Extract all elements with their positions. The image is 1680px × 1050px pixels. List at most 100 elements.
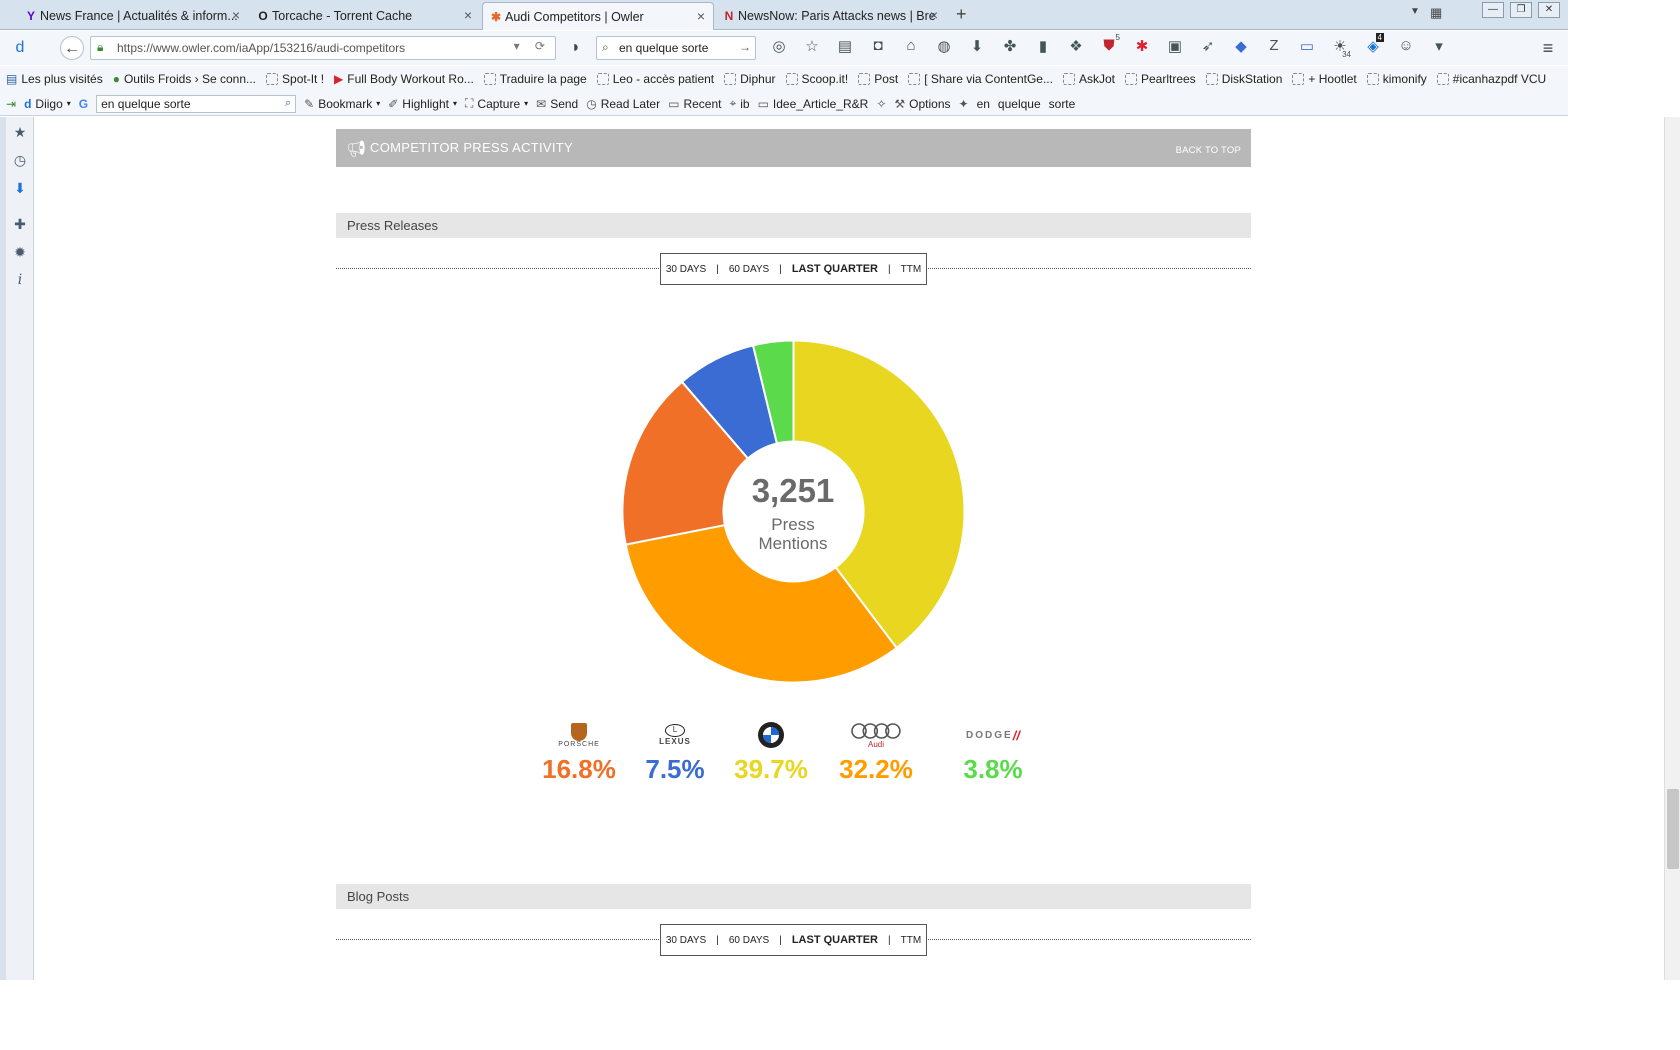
diigo-recent-button[interactable]: ▭ Recent (668, 97, 721, 111)
period-30-days[interactable]: 30 DAYS (666, 264, 706, 275)
bookmark-item[interactable]: Diphur (724, 72, 776, 86)
overflow-chevron-down-icon[interactable]: ▾ (1428, 37, 1450, 55)
diigo-highlight-button[interactable]: ✐ Highlight ▾ (388, 97, 457, 111)
chat-icon[interactable]: ◍ (933, 37, 955, 55)
legend-dodge[interactable]: DODGE // 3.8% (938, 720, 1048, 785)
diigo-sidebar-icon[interactable]: ⇥ (6, 97, 16, 111)
legend-bmw[interactable]: 39.7% (716, 720, 826, 785)
tab-owler-audi[interactable]: ✱ Audi Competitors | Owler × (482, 2, 714, 30)
reading-list-icon[interactable]: ▤ (834, 37, 856, 55)
tab-newsnow[interactable]: N NewsNow: Paris Attacks news | Bre... × (716, 2, 946, 30)
diigo-bookmark-button[interactable]: ✎ Bookmark ▾ (304, 97, 380, 111)
diigo-read-later-button[interactable]: ◷ Read Later (586, 97, 660, 111)
period-60-days[interactable]: 60 DAYS (729, 264, 769, 275)
clipboard-icon[interactable]: ▮ (1032, 37, 1054, 55)
period-ttm[interactable]: TTM (901, 264, 922, 275)
tab-list-chevron-down-icon[interactable]: ▼ (1410, 6, 1420, 17)
star-bookmark-icon[interactable]: ☆ (801, 37, 823, 55)
bookmark-item[interactable]: ▤ Les plus visités (6, 72, 103, 86)
bookmark-item[interactable]: DiskStation (1205, 72, 1282, 86)
extension-icon[interactable]: ❖ (1065, 37, 1087, 55)
face-icon[interactable]: ☺ (1395, 37, 1417, 55)
period-last-quarter[interactable]: LAST QUARTER (792, 263, 878, 275)
diigo-folder-button[interactable]: ▭ Idee_Article_R&R (758, 97, 869, 111)
tab-yahoo-news[interactable]: Y News France | Actualités & inform... × (18, 2, 248, 30)
minimize-icon[interactable]: — (1482, 2, 1504, 18)
close-tab-icon[interactable]: × (232, 7, 240, 23)
diigo-highlight-word[interactable]: quelque (998, 97, 1041, 111)
tab-groups-icon[interactable]: ▦ (1430, 5, 1442, 21)
close-window-icon[interactable]: ✕ (1538, 2, 1560, 18)
back-to-top-link[interactable]: BACK TO TOP (1176, 145, 1241, 156)
diigo-highlight-word[interactable]: en (977, 97, 990, 111)
diamond-icon[interactable]: ◆ (1230, 37, 1252, 55)
diigo-search-input[interactable]: en quelque sorte ⌕ (96, 94, 297, 113)
puzzle-addons-icon[interactable]: ✚ (11, 215, 29, 233)
pocket-icon[interactable]: ◘ (867, 37, 889, 55)
legend-lexus[interactable]: L LEXUS 7.5% (620, 720, 730, 785)
search-bar[interactable]: ⌕ en quelque sorte → (596, 36, 756, 60)
bookmark-item[interactable]: Scoop.it! (785, 72, 848, 86)
rocket-icon[interactable]: ➶ (1197, 37, 1219, 55)
legend-porsche[interactable]: PORSCHE 16.8% (524, 720, 634, 785)
hamburger-menu-icon[interactable]: ≡ (1536, 36, 1560, 60)
document-icon[interactable]: ▭ (1296, 37, 1318, 55)
bookmark-item[interactable]: Traduire la page (483, 72, 587, 86)
rss-icon[interactable]: ◗ (564, 36, 588, 60)
magic-wand-icon[interactable]: ✧ (876, 97, 886, 111)
bookmark-item[interactable]: AskJot (1062, 72, 1115, 86)
puzzle-icon[interactable]: ✤ (999, 37, 1021, 55)
diigo-highlight-word[interactable]: sorte (1049, 97, 1076, 111)
back-arrow-icon[interactable]: ← (60, 36, 84, 60)
close-tab-icon[interactable]: × (930, 7, 938, 23)
bookmark-item[interactable]: Post (858, 72, 898, 86)
eye-mask-icon[interactable]: ◎ (768, 37, 790, 55)
counter-icon[interactable]: ☀ 34 (1329, 37, 1351, 59)
maximize-icon[interactable]: ❐ (1510, 2, 1532, 18)
eraser-icon[interactable]: ✦ (959, 97, 969, 111)
period-60-days[interactable]: 60 DAYS (729, 935, 769, 946)
tab-torcache[interactable]: O Torcache - Torrent Cache × (250, 2, 480, 30)
stack-icon[interactable]: ▣ (1164, 37, 1186, 55)
diigo-send-button[interactable]: ✉ Send (536, 97, 578, 111)
bookmark-item[interactable]: + Hootlet (1292, 72, 1357, 86)
home-icon[interactable]: ⌂ (900, 37, 922, 55)
info-icon[interactable]: i (11, 271, 29, 289)
diigo-brand-button[interactable]: d Diigo ▾ (24, 97, 71, 111)
diigo-tag-button[interactable]: ⌖ ib (729, 96, 749, 111)
scrollbar-thumb[interactable] (1667, 789, 1679, 869)
share-icon[interactable]: ◈ 4 (1362, 33, 1384, 55)
period-ttm[interactable]: TTM (901, 935, 922, 946)
lastpass-icon[interactable]: ✱ (1131, 37, 1153, 55)
diigo-options-button[interactable]: ⚒ Options (894, 97, 950, 111)
star-bookmarks-icon[interactable]: ★ (11, 123, 29, 141)
gear-icon[interactable]: ✹ (11, 243, 29, 261)
bookmark-item[interactable]: #icanhazpdf VCU (1436, 72, 1546, 86)
history-clock-icon[interactable]: ◷ (11, 151, 29, 169)
diigo-capture-button[interactable]: ⛶ Capture ▾ (465, 96, 528, 111)
page-scrollbar[interactable] (1664, 117, 1680, 980)
diigo-menu-icon[interactable]: d (8, 36, 32, 60)
bookmark-item[interactable]: Pearltrees (1124, 72, 1196, 86)
bookmark-item[interactable]: kimonify (1366, 72, 1427, 86)
bookmark-item[interactable]: Leo - accès patient (596, 72, 714, 86)
search-go-arrow-icon[interactable]: → (739, 40, 751, 54)
download-arrow-icon[interactable]: ⬇ (11, 179, 29, 197)
bookmark-item[interactable]: ▶ Full Body Workout Ro... (334, 72, 474, 86)
download-icon[interactable]: ⬇ (966, 37, 988, 55)
search-icon[interactable]: ⌕ (285, 97, 291, 110)
bookmark-item[interactable]: ● Outils Froids › Se conn... (113, 72, 256, 86)
legend-audi[interactable]: Audi 32.2% (821, 720, 931, 785)
bookmark-item[interactable]: Spot-It ! (266, 72, 324, 86)
new-tab-icon[interactable]: + (956, 4, 967, 25)
close-tab-icon[interactable]: × (464, 7, 472, 23)
reload-icon[interactable]: ▾ ⟳ (514, 39, 551, 53)
period-30-days[interactable]: 30 DAYS (666, 935, 706, 946)
ublock-icon[interactable]: ⛊ 5 (1098, 33, 1120, 55)
period-last-quarter[interactable]: LAST QUARTER (792, 934, 878, 946)
close-tab-icon[interactable]: × (697, 8, 705, 24)
bookmark-item[interactable]: [ Share via ContentGe... (908, 72, 1053, 86)
google-icon[interactable]: G (79, 97, 88, 111)
url-bar[interactable]: 🔒︎ https://www.owler.com/iaApp/153216/au… (90, 36, 556, 60)
zotero-icon[interactable]: Z (1263, 37, 1285, 55)
